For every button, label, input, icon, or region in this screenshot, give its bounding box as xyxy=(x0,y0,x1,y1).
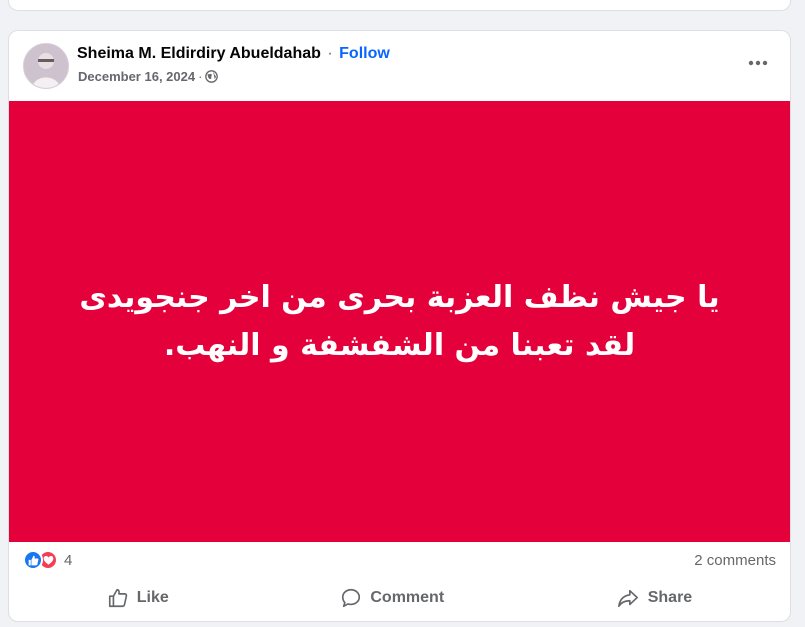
avatar-image xyxy=(24,44,68,88)
like-icon xyxy=(107,587,129,609)
author-line: Sheima M. Eldirdiry Abueldahab · Follow xyxy=(77,45,390,63)
post-date[interactable]: December 16, 2024 xyxy=(78,69,195,84)
share-button[interactable]: Share xyxy=(596,581,712,615)
reactions-summary[interactable]: 4 xyxy=(23,550,72,570)
comment-button[interactable]: Comment xyxy=(320,581,464,615)
more-options-icon[interactable] xyxy=(740,49,776,77)
follow-button[interactable]: Follow xyxy=(339,45,390,62)
post-media[interactable]: يا جيش نظف العزبة بحرى من اخر جنجويدى لق… xyxy=(9,101,790,542)
meta-separator: · xyxy=(198,69,203,84)
post-text: يا جيش نظف العزبة بحرى من اخر جنجويدى لق… xyxy=(79,279,720,363)
post-actions: Like Comment Share xyxy=(21,578,778,618)
like-reaction-icon xyxy=(23,550,43,570)
share-icon xyxy=(616,587,640,609)
globe-icon xyxy=(205,70,219,83)
comment-label: Comment xyxy=(370,589,445,606)
author-name[interactable]: Sheima M. Eldirdiry Abueldahab xyxy=(77,45,321,62)
post-meta: December 16, 2024 · xyxy=(78,69,219,84)
like-label: Like xyxy=(136,589,169,606)
separator-dot: · xyxy=(327,45,333,62)
comment-icon xyxy=(340,587,362,609)
share-label: Share xyxy=(647,589,693,606)
reactions-count: 4 xyxy=(64,551,73,569)
comments-count[interactable]: 2 comments xyxy=(694,552,776,569)
post-card: Sheima M. Eldirdiry Abueldahab · Follow … xyxy=(8,30,791,622)
post-header: Sheima M. Eldirdiry Abueldahab · Follow … xyxy=(9,31,790,101)
like-button[interactable]: Like xyxy=(87,581,189,615)
avatar[interactable] xyxy=(23,43,69,89)
post-stats: 4 2 comments xyxy=(9,542,790,582)
previous-post-card xyxy=(8,0,791,11)
